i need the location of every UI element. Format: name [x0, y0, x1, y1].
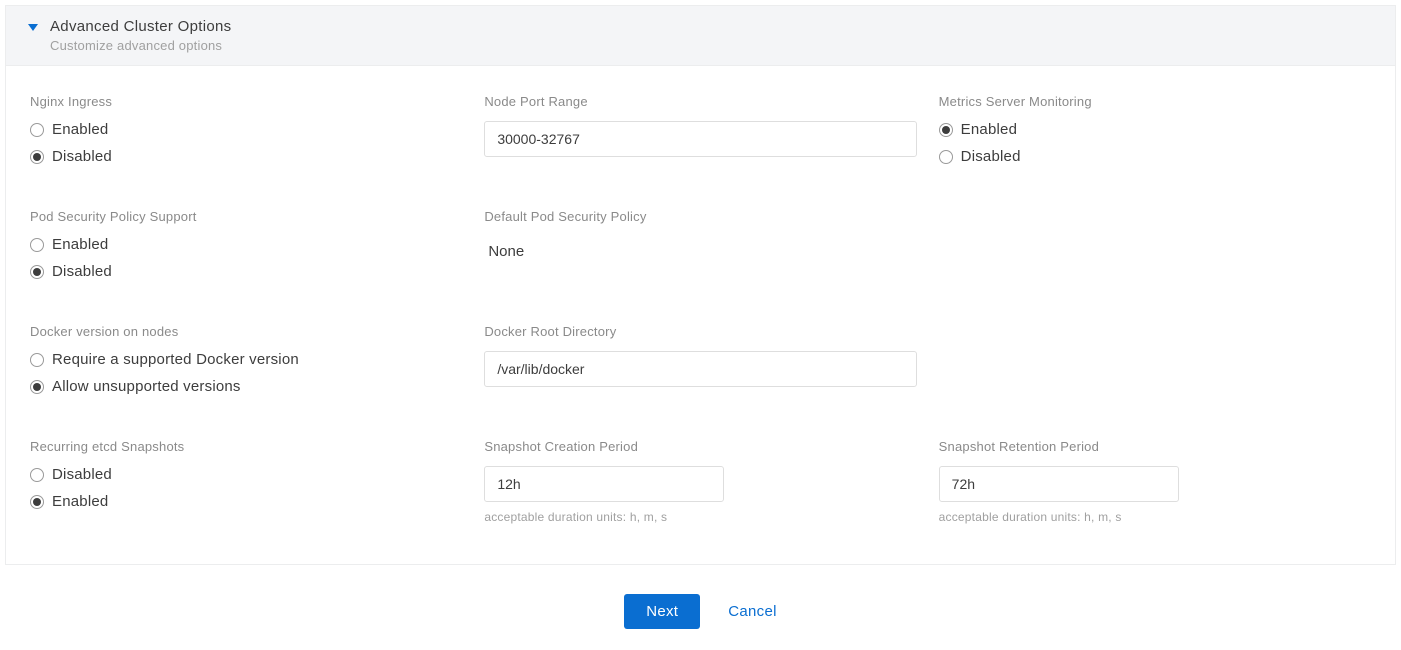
snapshot-retention-group: Snapshot Retention Period acceptable dur… — [939, 439, 1371, 524]
default-pod-policy-group: Default Pod Security Policy None — [484, 209, 916, 280]
radio-label: Require a supported Docker version — [52, 351, 299, 368]
etcd-enabled-radio[interactable]: Enabled — [30, 493, 462, 510]
panel-header[interactable]: Advanced Cluster Options Customize advan… — [6, 6, 1395, 66]
radio-icon — [30, 380, 44, 394]
radio-icon — [30, 238, 44, 252]
pod-security-group: Pod Security Policy Support Enabled Disa… — [30, 209, 462, 280]
docker-version-group: Docker version on nodes Require a suppor… — [30, 324, 462, 395]
pod-security-enabled-radio[interactable]: Enabled — [30, 236, 462, 253]
cancel-button[interactable]: Cancel — [728, 603, 777, 620]
etcd-snapshots-label: Recurring etcd Snapshots — [30, 439, 462, 454]
radio-icon — [30, 353, 44, 367]
docker-root-group: Docker Root Directory — [484, 324, 916, 395]
metrics-monitoring-group: Metrics Server Monitoring Enabled Disabl… — [939, 94, 1371, 165]
radio-icon — [939, 150, 953, 164]
panel-title: Advanced Cluster Options — [50, 18, 231, 35]
radio-label: Enabled — [52, 493, 108, 510]
docker-allow-radio[interactable]: Allow unsupported versions — [30, 378, 462, 395]
snapshot-creation-hint: acceptable duration units: h, m, s — [484, 510, 916, 524]
docker-root-input[interactable] — [484, 351, 916, 387]
disclosure-triangle-icon[interactable] — [28, 24, 38, 31]
radio-label: Enabled — [52, 121, 108, 138]
etcd-disabled-radio[interactable]: Disabled — [30, 466, 462, 483]
pod-security-disabled-radio[interactable]: Disabled — [30, 263, 462, 280]
advanced-cluster-panel: Advanced Cluster Options Customize advan… — [5, 5, 1396, 565]
radio-icon — [30, 265, 44, 279]
docker-version-label: Docker version on nodes — [30, 324, 462, 339]
snapshot-creation-group: Snapshot Creation Period acceptable dura… — [484, 439, 916, 524]
radio-label: Disabled — [52, 263, 112, 280]
metrics-monitoring-label: Metrics Server Monitoring — [939, 94, 1371, 109]
radio-label: Enabled — [961, 121, 1017, 138]
metrics-enabled-radio[interactable]: Enabled — [939, 121, 1371, 138]
docker-require-radio[interactable]: Require a supported Docker version — [30, 351, 462, 368]
radio-icon — [30, 150, 44, 164]
snapshot-creation-input[interactable] — [484, 466, 724, 502]
radio-icon — [30, 123, 44, 137]
radio-label: Disabled — [961, 148, 1021, 165]
radio-icon — [30, 468, 44, 482]
snapshot-creation-label: Snapshot Creation Period — [484, 439, 916, 454]
nginx-disabled-radio[interactable]: Disabled — [30, 148, 462, 165]
panel-subtitle: Customize advanced options — [50, 38, 231, 53]
docker-root-label: Docker Root Directory — [484, 324, 916, 339]
snapshot-retention-label: Snapshot Retention Period — [939, 439, 1371, 454]
panel-body: Nginx Ingress Enabled Disabled Node Port… — [6, 66, 1395, 564]
etcd-snapshots-group: Recurring etcd Snapshots Disabled Enable… — [30, 439, 462, 524]
pod-security-label: Pod Security Policy Support — [30, 209, 462, 224]
radio-icon — [30, 495, 44, 509]
node-port-range-label: Node Port Range — [484, 94, 916, 109]
radio-label: Disabled — [52, 466, 112, 483]
radio-label: Disabled — [52, 148, 112, 165]
radio-icon — [939, 123, 953, 137]
default-pod-policy-label: Default Pod Security Policy — [484, 209, 916, 224]
snapshot-retention-hint: acceptable duration units: h, m, s — [939, 510, 1371, 524]
radio-label: Enabled — [52, 236, 108, 253]
next-button[interactable]: Next — [624, 594, 700, 629]
metrics-disabled-radio[interactable]: Disabled — [939, 148, 1371, 165]
default-pod-policy-value: None — [484, 236, 916, 267]
action-bar: Next Cancel — [0, 570, 1401, 637]
nginx-ingress-label: Nginx Ingress — [30, 94, 462, 109]
snapshot-retention-input[interactable] — [939, 466, 1179, 502]
nginx-enabled-radio[interactable]: Enabled — [30, 121, 462, 138]
nginx-ingress-group: Nginx Ingress Enabled Disabled — [30, 94, 462, 165]
node-port-range-input[interactable] — [484, 121, 916, 157]
radio-label: Allow unsupported versions — [52, 378, 241, 395]
node-port-range-group: Node Port Range — [484, 94, 916, 165]
